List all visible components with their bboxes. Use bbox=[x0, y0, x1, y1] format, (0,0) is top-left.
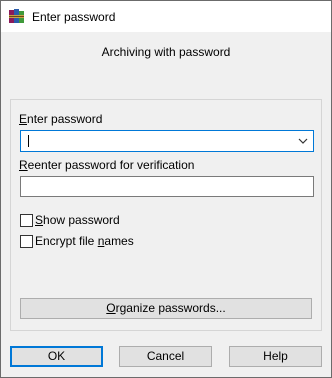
encrypt-label-pre: Encrypt file bbox=[35, 234, 98, 248]
organize-label-accel: O bbox=[106, 301, 116, 315]
encrypt-label-rest: ames bbox=[104, 234, 134, 248]
winrar-books-icon bbox=[9, 9, 24, 23]
show-password-label[interactable]: Show password bbox=[35, 213, 120, 228]
show-password-label-text: how password bbox=[43, 213, 120, 227]
enter-password-label-text: nter password bbox=[27, 112, 103, 126]
show-password-checkbox[interactable] bbox=[20, 214, 33, 227]
enter-password-label: Enter password bbox=[19, 112, 102, 127]
ok-button[interactable]: OK bbox=[10, 346, 103, 367]
text-caret bbox=[28, 135, 29, 147]
reenter-password-label-text: eenter password for verification bbox=[27, 158, 195, 172]
enter-password-combobox[interactable] bbox=[20, 130, 314, 152]
encrypt-file-names-checkbox[interactable] bbox=[20, 235, 33, 248]
organize-passwords-button[interactable]: Organize passwords... bbox=[20, 298, 312, 319]
chevron-down-icon[interactable] bbox=[296, 134, 310, 148]
organize-label-text: rganize passwords... bbox=[115, 301, 226, 315]
enter-password-label-accel: E bbox=[19, 112, 28, 126]
reenter-password-label: Reenter password for verification bbox=[19, 158, 194, 173]
encrypt-file-names-label[interactable]: Encrypt file names bbox=[35, 234, 134, 249]
dialog-subtitle: Archiving with password bbox=[101, 45, 231, 59]
help-button[interactable]: Help bbox=[229, 346, 322, 367]
title-bar: Enter password bbox=[1, 1, 331, 32]
enter-password-dialog: Enter password Archiving with password E… bbox=[0, 0, 332, 378]
cancel-button[interactable]: Cancel bbox=[119, 346, 212, 367]
show-password-label-accel: S bbox=[35, 213, 44, 227]
reenter-password-label-accel: R bbox=[19, 158, 28, 172]
reenter-password-field[interactable] bbox=[20, 176, 314, 197]
window-title: Enter password bbox=[32, 10, 116, 24]
